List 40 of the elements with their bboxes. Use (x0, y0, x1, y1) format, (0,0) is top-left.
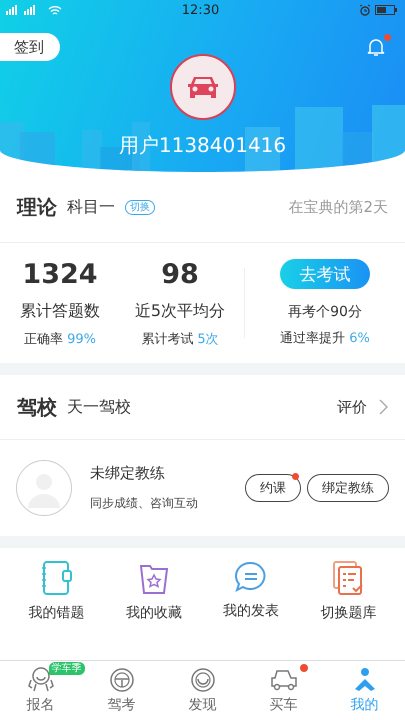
car-icon (270, 668, 298, 692)
checkin-button[interactable]: 签到 (0, 33, 60, 61)
stat-detail: 累计考试 5次 (141, 330, 219, 348)
stat-label: 近5次平均分 (134, 300, 226, 322)
exam-hint: 再考个90分 (288, 303, 362, 321)
school-name: 天一驾校 (67, 396, 131, 418)
stat-detail: 正确率 99% (24, 330, 96, 348)
promo-badge: 学车季 (48, 662, 84, 675)
review-link[interactable]: 评价 (337, 398, 388, 416)
subject-label: 科目一 (67, 196, 115, 218)
wifi-icon (48, 4, 62, 16)
notebook-icon (40, 560, 73, 596)
battery-icon (375, 5, 397, 15)
tab[interactable]: 买车 (243, 661, 324, 720)
tab[interactable]: 发现 (162, 661, 243, 720)
coach-description: 同步成绩、咨询互动 (90, 495, 199, 512)
stat-label: 累计答题数 (20, 300, 100, 322)
coach-button[interactable]: 绑定教练 (307, 474, 389, 502)
section-title: 驾校 (17, 394, 57, 420)
shortcut-label[interactable]: 切换题库 (320, 604, 376, 622)
shortcut-label[interactable]: 我的错题 (28, 604, 85, 622)
avatar-placeholder-icon (16, 460, 72, 516)
stat-value: 98 (161, 258, 199, 292)
coach-status: 未绑定教练 (90, 464, 166, 483)
car-icon (186, 74, 220, 100)
shortcut-label[interactable]: 我的发表 (223, 602, 280, 620)
pass-rate-text: 通过率提升 6% (280, 330, 370, 347)
username: 用户1138401416 (118, 132, 288, 159)
alarm-icon (359, 4, 371, 16)
status-time: 12:30 (182, 2, 220, 18)
coach-button[interactable]: 约课 (245, 474, 301, 502)
stat-value: 1324 (22, 258, 98, 292)
section-title: 理论 (17, 194, 57, 220)
compass-icon (190, 667, 216, 693)
chevron-right-icon (379, 399, 388, 415)
checklist-icon (331, 560, 366, 596)
days-text: 在宝典的第2天 (288, 198, 388, 216)
shortcut-label[interactable]: 我的收藏 (126, 604, 182, 622)
steering-wheel-icon (108, 667, 134, 693)
chat-bubble-icon (234, 560, 268, 594)
